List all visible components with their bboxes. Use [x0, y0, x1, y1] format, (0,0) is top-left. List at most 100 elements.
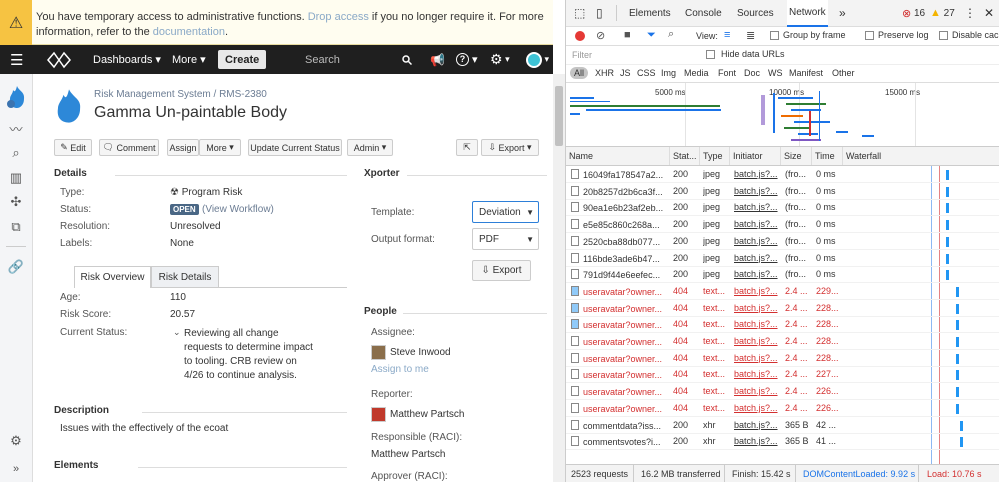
request-initiator[interactable]: batch.js?... [734, 303, 780, 313]
request-initiator[interactable]: batch.js?... [734, 286, 780, 296]
share-icon[interactable]: ⇱ [456, 139, 478, 156]
group-by-frame-checkbox[interactable] [770, 31, 779, 40]
reports-icon[interactable]: ▥ [6, 168, 26, 188]
edit-button[interactable]: ✎ Edit [54, 139, 92, 156]
filter-type-media[interactable]: Media [684, 68, 709, 78]
activity-icon[interactable]: 〰 [6, 118, 26, 138]
filter-funnel-icon[interactable]: ⏷ [647, 29, 656, 42]
request-initiator[interactable]: batch.js?... [734, 353, 780, 363]
pages-icon[interactable]: ⧉ [6, 217, 26, 237]
tab-sources[interactable]: Sources [737, 0, 774, 26]
warning-count[interactable]: ▲ 27 [930, 0, 955, 26]
filter-type-manifest[interactable]: Manifest [789, 68, 823, 78]
request-initiator[interactable]: batch.js?... [734, 420, 780, 430]
request-row[interactable]: useravatar?owner... 404 text... batch.js?..… [566, 300, 999, 317]
assign-to-me-link[interactable]: Assign to me [371, 364, 429, 375]
help-icon[interactable]: ? ▾ [456, 45, 478, 74]
filter-type-xhr[interactable]: XHR [595, 68, 614, 78]
template-select[interactable]: Deviation ▼ [472, 201, 539, 223]
preserve-log-checkbox[interactable] [865, 31, 874, 40]
customize-menu-icon[interactable]: ⋮ [964, 0, 976, 26]
filter-type-css[interactable]: CSS [637, 68, 656, 78]
search-network-icon[interactable]: ⌕ [668, 28, 674, 41]
project-icon[interactable] [51, 88, 87, 127]
more-tabs-icon[interactable]: » [839, 0, 846, 26]
request-row[interactable]: useravatar?owner... 404 text... batch.js?..… [566, 283, 999, 300]
request-initiator[interactable]: batch.js?... [734, 336, 780, 346]
request-row[interactable]: commentsvotes?i... 200 xhr batch.js?... 365 … [566, 433, 999, 451]
overview-icon[interactable]: ≣ [746, 29, 755, 42]
breadcrumb-issue-key-link[interactable]: RMS-2380 [219, 89, 267, 100]
error-count[interactable]: ⊗ 16 [902, 0, 925, 26]
settings-gear-icon[interactable]: ⚙ ▾ [490, 45, 510, 74]
comment-button[interactable]: 🗨 Comment [99, 139, 159, 156]
request-initiator[interactable]: batch.js?... [734, 319, 780, 329]
request-row[interactable]: 116bde3ade6b47... 200 jpeg batch.js?... (fro… [566, 250, 999, 267]
close-devtools-icon[interactable]: ✕ [984, 0, 994, 26]
filter-type-ws[interactable]: WS [768, 68, 783, 78]
request-initiator[interactable]: batch.js?... [734, 236, 780, 246]
more-menu[interactable]: More ▾ [172, 45, 206, 74]
request-row[interactable]: 90ea1e6b23af2eb... 200 jpeg batch.js?... (fr… [566, 199, 999, 217]
request-row[interactable]: e5e85c860c268a... 200 jpeg batch.js?... (fro… [566, 216, 999, 234]
tab-elements[interactable]: Elements [629, 0, 671, 26]
request-row[interactable]: 20b8257d2b6ca3f... 200 jpeg batch.js?... (fr… [566, 183, 999, 200]
request-initiator[interactable]: batch.js?... [734, 186, 780, 196]
assignee-name[interactable]: Steve Inwood [390, 347, 451, 358]
inspect-element-icon[interactable]: ⬚ [574, 0, 585, 26]
components-icon[interactable]: ✣ [6, 192, 26, 212]
disable-cache-checkbox[interactable] [939, 31, 948, 40]
admin-button[interactable]: Admin ▾ [347, 139, 393, 156]
view-workflow-link[interactable]: (View Workflow) [202, 204, 274, 215]
request-row[interactable]: useravatar?owner... 404 text... batch.js?..… [566, 350, 999, 367]
clear-icon[interactable]: ⊘ [596, 29, 605, 42]
search-icon[interactable] [402, 45, 412, 74]
filter-type-all[interactable]: All [570, 67, 589, 79]
column-initiator[interactable]: Initiator [730, 147, 781, 165]
tab-console[interactable]: Console [685, 0, 722, 26]
project-avatar[interactable] [4, 84, 30, 113]
request-initiator[interactable]: batch.js?... [734, 403, 780, 413]
more-actions-button[interactable]: More ▾ [199, 139, 241, 156]
request-initiator[interactable]: batch.js?... [734, 253, 780, 263]
tab-network[interactable]: Network [787, 0, 828, 27]
column-name[interactable]: Name [566, 147, 670, 165]
request-row[interactable]: 791d9f44e6eefec... 200 jpeg batch.js?... (fr… [566, 266, 999, 284]
dashboards-menu[interactable]: Dashboards ▾ [93, 45, 161, 74]
request-row[interactable]: useravatar?owner... 404 text... batch.js?..… [566, 383, 999, 401]
request-initiator[interactable]: batch.js?... [734, 202, 780, 212]
filter-input[interactable]: Filter [572, 50, 592, 60]
description-text[interactable]: Issues with the effectively of the ecoat [60, 423, 228, 434]
column-time[interactable]: Time [812, 147, 843, 165]
documentation-link[interactable]: documentation [153, 26, 225, 38]
request-row[interactable]: useravatar?owner... 404 text... batch.js?..… [566, 366, 999, 384]
app-logo[interactable] [46, 45, 72, 74]
announcement-icon[interactable]: 📢 [430, 45, 445, 74]
expand-sidebar-icon[interactable]: » [6, 459, 26, 479]
request-row[interactable]: 16049fa178547a2... 200 jpeg batch.js?... (fr… [566, 166, 999, 183]
request-initiator[interactable]: batch.js?... [734, 369, 780, 379]
record-icon[interactable] [575, 31, 585, 41]
column-waterfall[interactable]: Waterfall [843, 147, 999, 165]
responsible-name[interactable]: Matthew Partsch [371, 449, 445, 460]
request-initiator[interactable]: batch.js?... [734, 436, 780, 446]
page-scrollbar-thumb[interactable] [555, 86, 563, 146]
issue-title[interactable]: Gamma Un-paintable Body [94, 104, 287, 122]
export-menu-button[interactable]: ⇩ Export ▾ [481, 139, 539, 156]
large-rows-icon[interactable]: ≡ [724, 29, 730, 41]
create-button[interactable]: Create [218, 50, 267, 69]
menu-icon[interactable]: ☰ [10, 45, 23, 74]
update-current-status-button[interactable]: Update Current Status [248, 139, 342, 156]
filter-type-other[interactable]: Other [832, 68, 855, 78]
column-type[interactable]: Type [700, 147, 730, 165]
request-initiator[interactable]: batch.js?... [734, 386, 780, 396]
network-overview-timeline[interactable]: 5000 ms 10000 ms 15000 ms [566, 83, 999, 147]
assign-button[interactable]: Assign [167, 139, 199, 156]
column-status[interactable]: Stat... [670, 147, 700, 165]
drop-access-link[interactable]: Drop access [308, 11, 369, 23]
xporter-export-button[interactable]: ⇩ Export [472, 260, 531, 281]
breadcrumb-project-link[interactable]: Risk Management System [94, 89, 211, 100]
tab-risk-details[interactable]: Risk Details [151, 266, 219, 288]
screenshot-camera-icon[interactable]: ■ [624, 29, 631, 41]
issues-search-icon[interactable]: ⌕ [6, 143, 26, 163]
